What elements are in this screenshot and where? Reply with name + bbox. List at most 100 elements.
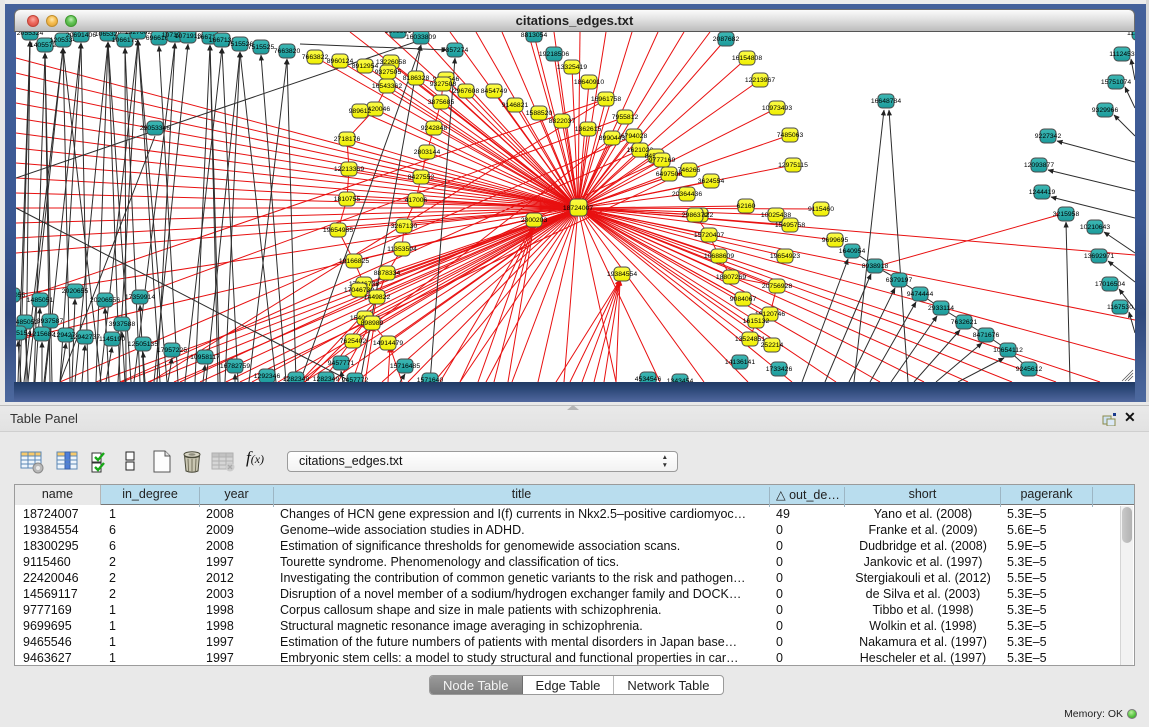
svg-text:6379197: 6379197 [886,277,913,284]
svg-text:2055324: 2055324 [17,32,44,37]
svg-text:1215682: 1215682 [29,331,56,338]
svg-text:898989: 898989 [361,320,384,327]
svg-text:12942737: 12942737 [70,334,100,341]
svg-text:7357274: 7357274 [442,47,469,54]
svg-text:7632621: 7632621 [951,319,978,326]
svg-text:252214: 252214 [761,342,784,349]
svg-text:1810755: 1810755 [334,196,361,203]
svg-text:8878334: 8878334 [374,270,401,277]
svg-text:10973493: 10973493 [762,105,792,112]
svg-text:3875685: 3875685 [428,99,455,106]
svg-text:8813054: 8813054 [521,32,548,39]
svg-text:19654923: 19654923 [770,253,800,260]
svg-text:9327505: 9327505 [375,69,402,76]
svg-text:13692971: 13692971 [1084,253,1114,260]
svg-text:3215958: 3215958 [1053,211,1080,218]
svg-text:62160: 62160 [737,203,756,210]
svg-text:13325419: 13325419 [557,64,587,71]
svg-text:7663820: 7663820 [274,48,301,55]
svg-text:18807269: 18807269 [716,274,746,281]
svg-text:1292346: 1292346 [254,373,281,380]
svg-text:12213967: 12213967 [745,77,775,84]
svg-text:7955812: 7955812 [612,114,639,121]
svg-text:15720407: 15720407 [694,232,724,239]
svg-text:20206556: 20206556 [90,297,120,304]
svg-text:17359914: 17359914 [125,294,155,301]
svg-text:9227342: 9227342 [1035,133,1062,140]
svg-text:10958117: 10958117 [190,354,220,361]
svg-text:2300203: 2300203 [521,217,548,224]
svg-text:10688609: 10688609 [704,253,734,260]
svg-text:15751074: 15751074 [1101,79,1131,86]
svg-text:12213369: 12213369 [334,166,364,173]
svg-text:16648784: 16648784 [871,98,901,105]
svg-text:15495758: 15495758 [775,222,805,229]
svg-text:1571640: 1571640 [417,377,444,382]
svg-text:9084067: 9084067 [730,296,757,303]
svg-text:8186328: 8186328 [403,75,430,82]
svg-text:1588520: 1588520 [526,110,553,117]
svg-text:19166825: 19166825 [339,258,369,265]
svg-text:989612: 989612 [349,108,372,115]
svg-text:20756928: 20756928 [762,283,792,290]
svg-text:1362615: 1362615 [575,126,602,133]
svg-text:4534546: 4534546 [635,376,662,382]
svg-text:9777169: 9777169 [649,157,676,164]
svg-text:1132453: 1132453 [1127,32,1135,37]
svg-text:1640954: 1640954 [839,248,866,255]
svg-text:6794028: 6794028 [621,133,648,140]
svg-text:9242848: 9242848 [421,125,448,132]
svg-text:1112453: 1112453 [1109,51,1135,58]
svg-text:9327508: 9327508 [430,81,457,88]
svg-text:9146821: 9146821 [502,102,529,109]
svg-text:16033809: 16033809 [406,34,436,41]
svg-text:16782759: 16782759 [220,363,250,370]
svg-text:2020655: 2020655 [62,288,89,295]
svg-text:18724007: 18724007 [563,205,593,212]
svg-text:29053346: 29053346 [140,125,170,132]
svg-text:1167530: 1167530 [1107,304,1133,311]
svg-text:18640910: 18640910 [574,79,604,86]
svg-text:8960124: 8960124 [327,58,354,65]
svg-text:9115460: 9115460 [808,206,834,213]
svg-text:7663822: 7663822 [302,54,329,61]
svg-text:16961758: 16961758 [591,96,621,103]
svg-text:20691406: 20691406 [66,32,96,39]
svg-text:7625402: 7625402 [340,338,367,345]
svg-text:2616055: 2616055 [16,292,25,299]
svg-text:19384554: 19384554 [607,271,637,278]
svg-text:1244419: 1244419 [1029,189,1056,196]
svg-text:3624554: 3624554 [698,178,725,185]
svg-text:10654112: 10654112 [993,347,1023,354]
svg-text:1485052: 1485052 [16,319,38,326]
svg-text:2933114: 2933114 [928,305,954,312]
svg-text:19218506: 19218506 [539,51,569,58]
svg-text:1343454: 1343454 [667,378,694,382]
svg-text:15716485: 15716485 [390,363,420,370]
svg-text:20364436: 20364436 [672,191,702,198]
svg-text:9245612: 9245612 [1016,366,1043,373]
svg-text:2087682: 2087682 [713,36,740,43]
svg-text:14136141: 14136141 [725,359,755,366]
svg-text:6497508: 6497508 [656,171,683,178]
svg-text:17016504: 17016504 [1095,281,1125,288]
svg-text:1282349: 1282349 [313,376,340,382]
svg-text:9457772: 9457772 [342,377,369,382]
svg-text:9329966: 9329966 [1092,107,1119,114]
svg-text:19654985: 19654985 [323,227,353,234]
svg-text:3937587: 3937587 [37,318,64,325]
svg-text:3937588: 3937588 [109,321,136,328]
svg-text:1485051: 1485051 [27,297,54,304]
svg-text:1282348: 1282348 [283,376,310,382]
svg-text:10210643: 10210643 [1080,224,1110,231]
svg-text:8454749: 8454749 [481,88,508,95]
svg-text:8427552: 8427552 [408,174,435,181]
svg-text:16543362: 16543362 [372,83,402,90]
svg-text:16154808: 16154808 [732,55,762,62]
svg-text:1145190: 1145190 [99,336,125,343]
svg-text:7515525: 7515525 [248,44,275,51]
svg-text:14914479: 14914479 [373,340,403,347]
svg-text:12093877: 12093877 [1024,162,1054,169]
svg-text:12975115: 12975115 [778,162,808,169]
svg-text:2967608: 2967608 [453,88,480,95]
